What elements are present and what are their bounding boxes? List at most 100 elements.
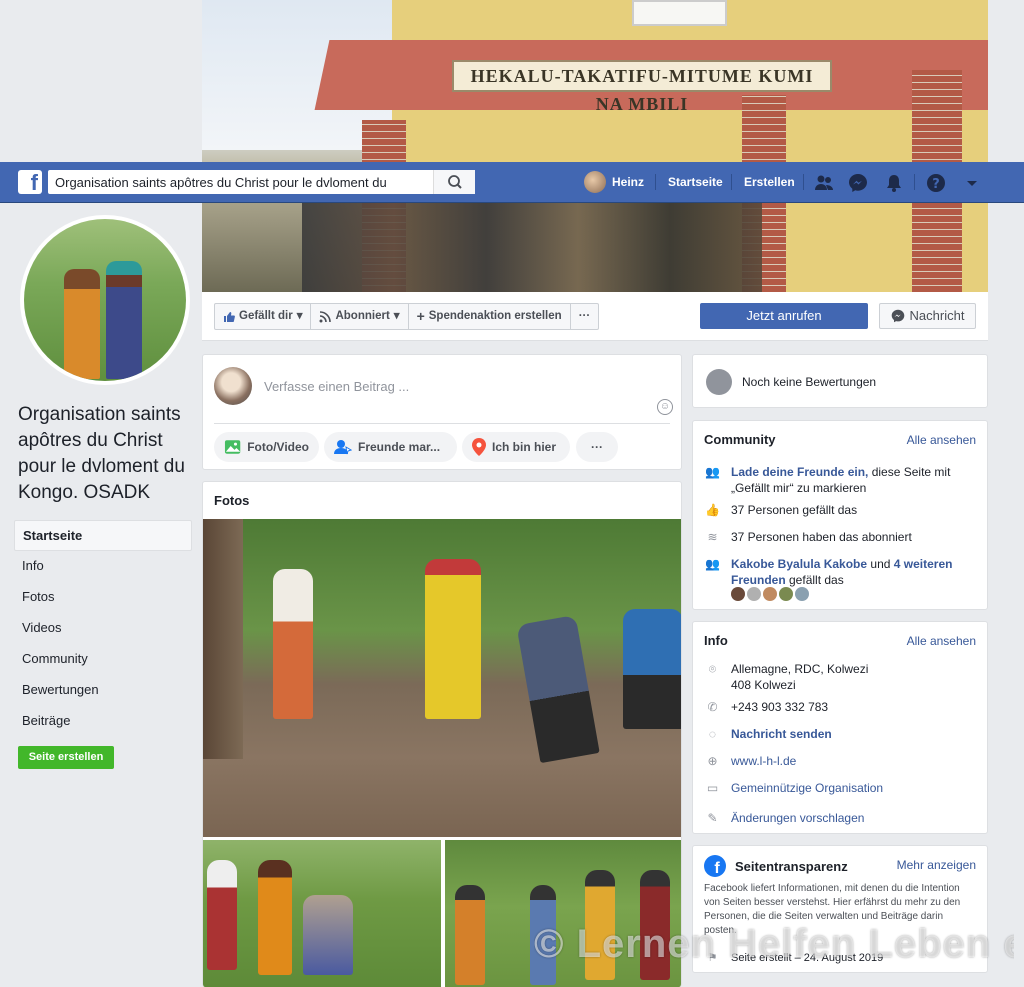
facebook-logo-icon[interactable]: f [18, 170, 42, 195]
messenger-icon[interactable] [848, 173, 868, 193]
thumbs-up-icon: 👍 [705, 503, 720, 517]
check-in-label: Ich bin hier [492, 440, 557, 454]
website-link[interactable]: www.l-h-l.de [731, 753, 796, 769]
photo-bottom-left[interactable] [203, 840, 441, 987]
watermark-text: © Lernen Helfen Leben e.V. [534, 922, 1014, 966]
follows-count: 37 Personen haben das abonniert [731, 530, 912, 544]
composer-input[interactable]: Verfasse einen Beitrag ... [264, 379, 409, 394]
friend-avatars [731, 587, 811, 604]
map-pin-icon: ⌾ [708, 662, 717, 676]
messenger-icon: ◌ [708, 727, 717, 741]
caret-down-icon: ▾ [296, 310, 303, 322]
cover-sign-text: HEKALU-TAKATIFU-MITUME KUMI NA MBILI [452, 60, 832, 114]
home-link[interactable]: Startseite [668, 175, 723, 189]
like-button[interactable]: Gefällt dir ▾ [215, 304, 312, 329]
call-now-button[interactable]: Jetzt anrufen [700, 303, 868, 329]
search-button[interactable] [433, 170, 475, 194]
address-line1: Allemagne, RDC, Kolwezi [731, 662, 869, 676]
invite-friends-link[interactable]: Lade deine Freunde ein, [731, 465, 868, 479]
avatar [214, 367, 252, 405]
category-link[interactable]: Gemeinnützige Organisation [731, 780, 883, 796]
location-pin-icon [472, 438, 486, 456]
follow-button[interactable]: Abonniert ▾ [311, 304, 409, 329]
cover-photo[interactable]: HEKALU-TAKATIFU-MITUME KUMI NA MBILI [202, 0, 988, 292]
ratings-card: Noch keine Bewertungen [692, 354, 988, 408]
info-card: Info Alle ansehen ⌾ Allemagne, RDC, Kolw… [692, 621, 988, 834]
svg-text:f: f [714, 860, 720, 877]
rss-icon [319, 310, 332, 322]
thumbs-up-icon [224, 311, 235, 322]
tag-friends-button[interactable]: Freunde mar... [324, 432, 457, 462]
user-name: Heinz [612, 175, 645, 189]
message-button[interactable]: Nachricht [879, 303, 976, 329]
fundraiser-button[interactable]: + Spendenaktion erstellen [409, 304, 571, 329]
create-page-button[interactable]: Seite erstellen [18, 746, 114, 769]
community-card: Community Alle ansehen 👥 Lade deine Freu… [692, 420, 988, 610]
create-link[interactable]: Erstellen [744, 175, 795, 189]
caret-down-icon: ▾ [393, 310, 400, 322]
post-composer: Verfasse einen Beitrag ... ☺ Foto/Video … [202, 354, 682, 470]
search-input[interactable] [48, 170, 433, 194]
info-see-all-link[interactable]: Alle ansehen [907, 634, 976, 648]
friend-name-link[interactable]: Kakobe Byalula Kakobe [731, 557, 867, 571]
avatar [584, 171, 606, 193]
sidebar-item-info[interactable]: Info [14, 551, 192, 582]
check-in-button[interactable]: Ich bin hier [462, 432, 570, 462]
community-see-all-link[interactable]: Alle ansehen [907, 433, 976, 447]
friend-requests-icon[interactable] [814, 173, 834, 193]
sidebar-item-community[interactable]: Community [14, 644, 192, 675]
sidebar-item-videos[interactable]: Videos [14, 613, 192, 644]
sidebar-item-beitraege[interactable]: Beiträge [14, 706, 192, 737]
page-title[interactable]: Organisation saints apôtres du Christ po… [18, 402, 194, 506]
more-actions-button[interactable]: ··· [571, 304, 599, 329]
more-composer-button[interactable]: ··· [576, 432, 618, 462]
notifications-bell-icon[interactable] [884, 173, 904, 193]
fundraiser-label: Spendenaktion erstellen [428, 310, 562, 322]
search-icon [448, 175, 462, 189]
sidebar-item-fotos[interactable]: Fotos [14, 582, 192, 613]
photos-title[interactable]: Fotos [214, 493, 249, 508]
globe-icon: ⊕ [707, 754, 718, 768]
tag-friends-label: Freunde mar... [358, 440, 441, 454]
facebook-circle-icon: f [704, 855, 726, 877]
message-label: Nachricht [909, 308, 965, 323]
photo-icon [224, 440, 241, 454]
profile-link[interactable]: Heinz [584, 171, 644, 193]
likes-count: 37 Personen gefällt das [731, 503, 858, 517]
svg-text:?: ? [932, 177, 940, 192]
search-box[interactable] [48, 170, 475, 194]
photos-section: Fotos [202, 481, 682, 987]
address-line2: 408 Kolwezi [731, 678, 796, 692]
photo-main[interactable] [203, 519, 681, 837]
rss-icon: ≋ [707, 530, 718, 544]
transparency-more-link[interactable]: Mehr anzeigen [897, 858, 976, 872]
page-profile-picture[interactable] [20, 215, 190, 385]
category-icon: ▭ [706, 781, 719, 795]
emoji-icon[interactable]: ☺ [657, 399, 673, 415]
sidebar-item-startseite[interactable]: Startseite [14, 520, 192, 551]
send-message-link[interactable]: Nachricht senden [731, 726, 832, 742]
phone-icon: ✆ [707, 700, 718, 714]
people-icon: 👥 [705, 465, 720, 479]
likes-this-text: gefällt das [785, 573, 844, 587]
top-navigation-bar: f Heinz Startseite Erstellen ? [0, 162, 1024, 203]
group-of-people [302, 200, 762, 292]
suggest-edits-link[interactable]: Änderungen vorschlagen [731, 810, 864, 826]
plus-icon: + [416, 308, 425, 324]
like-label: Gefällt dir [239, 310, 293, 322]
follow-label: Abonniert [335, 310, 390, 322]
sidebar-item-bewertungen[interactable]: Bewertungen [14, 675, 192, 706]
phone-number: +243 903 332 783 [731, 700, 829, 714]
info-title[interactable]: Info [704, 633, 728, 648]
people-icon: 👥 [705, 557, 720, 571]
and-text: und [867, 557, 894, 571]
no-ratings-text: Noch keine Bewertungen [742, 375, 877, 389]
chevron-down-icon[interactable] [962, 173, 982, 193]
review-bubble-icon [706, 369, 732, 395]
tag-friends-icon [334, 440, 352, 455]
help-icon[interactable]: ? [926, 173, 946, 193]
community-title[interactable]: Community [704, 432, 776, 447]
page-action-bar: Gefällt dir ▾ Abonniert ▾ + Spendenaktio… [202, 292, 988, 341]
photo-video-button[interactable]: Foto/Video [214, 432, 319, 462]
transparency-title: Seitentransparenz [735, 859, 848, 874]
